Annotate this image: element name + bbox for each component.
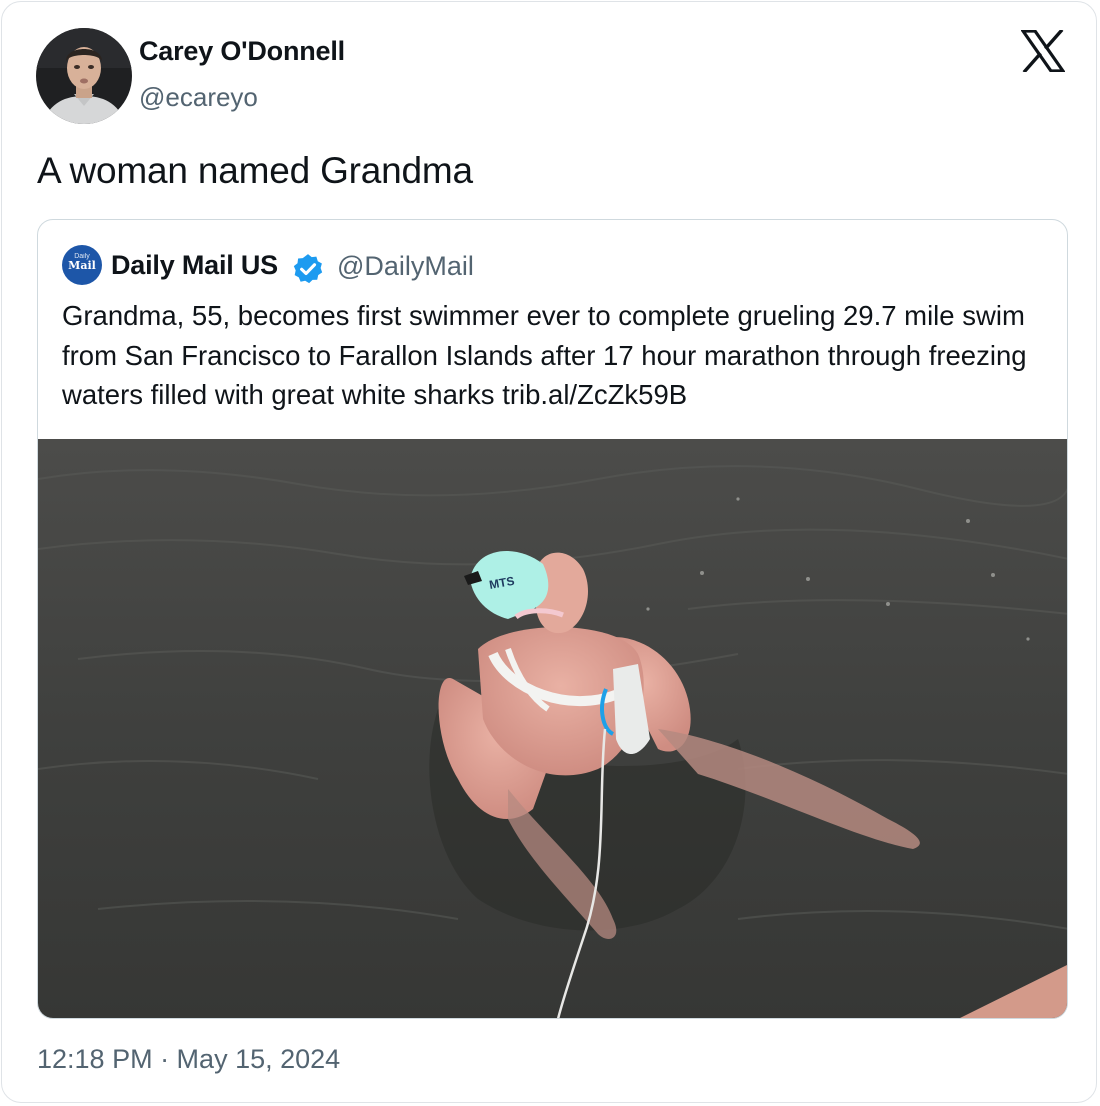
tweet-timestamp[interactable]: 12:18 PM · May 15, 2024	[37, 1044, 340, 1075]
quoted-avatar-logo-big: Mail	[68, 259, 96, 272]
quoted-author-avatar[interactable]: Daily Mail	[62, 245, 102, 285]
quoted-author-handle[interactable]: @DailyMail	[337, 251, 474, 282]
x-logo-icon[interactable]	[1019, 28, 1067, 74]
author-avatar[interactable]	[36, 28, 132, 124]
tweet-text: A woman named Grandma	[37, 150, 473, 191]
quoted-author-name[interactable]: Daily Mail US	[111, 250, 278, 281]
author-handle[interactable]: @ecareyo	[139, 82, 258, 113]
quoted-tweet[interactable]: Daily Mail Daily Mail US @DailyMail Gran…	[37, 219, 1068, 1019]
quoted-tweet-image[interactable]: MTS	[38, 439, 1067, 1018]
verified-badge-icon	[291, 252, 325, 286]
quoted-tweet-text: Grandma, 55, becomes first swimmer ever …	[62, 296, 1052, 415]
tweet-card: Carey O'Donnell @ecareyo A woman named G…	[1, 1, 1097, 1103]
quoted-tweet-link[interactable]: trib.al/ZcZk59B	[502, 379, 687, 410]
author-name[interactable]: Carey O'Donnell	[139, 36, 345, 67]
